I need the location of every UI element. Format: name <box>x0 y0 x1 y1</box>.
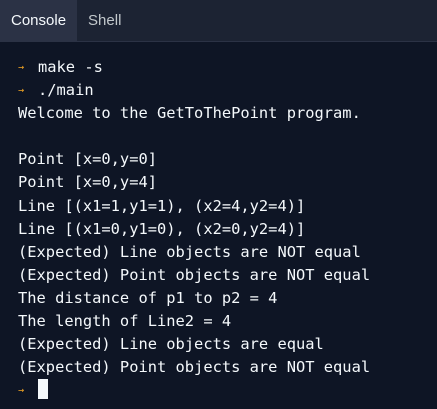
chevron-right-icon: → <box>18 62 25 73</box>
output-line: Line [(x1=0,y1=0), (x2=0,y2=4)] <box>18 219 306 238</box>
command-line: → make -s <box>18 56 437 79</box>
tab-console[interactable]: Console <box>0 0 78 41</box>
command-line: → ./main <box>18 79 437 102</box>
tab-shell[interactable]: Shell <box>77 0 132 41</box>
output-line: (Expected) Point objects are NOT equal <box>18 265 371 284</box>
output-line: The length of Line2 = 4 <box>18 312 232 331</box>
tab-bar: Console Shell <box>0 0 437 42</box>
output-line: (Expected) Line objects are equal <box>18 335 324 354</box>
command-text: ./main <box>38 81 94 100</box>
output-line: Point [x=0,y=0] <box>18 150 157 169</box>
text-cursor <box>38 379 48 400</box>
output-line: Welcome to the GetToThePoint program. <box>18 104 361 123</box>
chevron-right-icon: → <box>18 85 25 97</box>
command-text: make -s <box>38 58 103 76</box>
output-line: Point [x=0,y=4] <box>18 173 157 192</box>
console-window: Console Shell → make -s → ./main Welcome t… <box>0 0 437 409</box>
input-prompt-line[interactable]: → <box>18 379 437 402</box>
terminal-output[interactable]: → make -s → ./main Welcome to the GetToThe… <box>0 42 437 409</box>
output-line: (Expected) Line objects are NOT equal <box>18 242 361 261</box>
output-line: The distance of p1 to p2 = 4 <box>18 288 278 307</box>
chevron-right-icon: → <box>18 385 25 397</box>
output-line: (Expected) Point objects are NOT equal <box>18 358 371 377</box>
output-line: Line [(x1=1,y1=1), (x2=4,y2=4)] <box>18 196 306 215</box>
